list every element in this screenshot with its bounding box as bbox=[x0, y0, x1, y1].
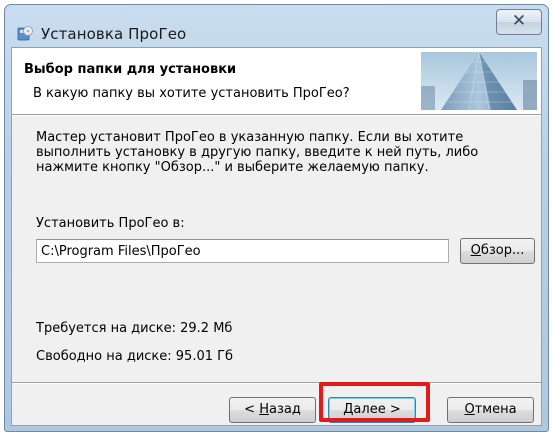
close-button[interactable]: ✕ bbox=[496, 9, 542, 35]
back-button[interactable]: < Назад bbox=[229, 397, 316, 423]
page-subtitle: В какую папку вы хотите установить ПроГе… bbox=[33, 86, 350, 101]
install-path-input[interactable] bbox=[36, 239, 449, 263]
back-label: азад bbox=[268, 402, 301, 417]
browse-accel: О bbox=[470, 243, 481, 258]
dialog-client-area: Выбор папки для установки В какую папку … bbox=[11, 47, 542, 426]
description-line: выполнить установку в другую папку, введ… bbox=[36, 145, 479, 160]
cancel-button[interactable]: Отмена bbox=[447, 397, 534, 423]
description-line: нажмите кнопку "Обзор..." и выберите жел… bbox=[36, 160, 429, 175]
description-line: Мастер установит ПроГео в указанную папк… bbox=[36, 130, 464, 145]
installer-window: Установка ПроГео ✕ Выбор папки для устан… bbox=[4, 4, 549, 432]
install-folder-label: Установить ПроГео в: bbox=[36, 216, 185, 231]
free-space-text: Свободно на диске: 95.01 Гб bbox=[36, 349, 234, 364]
cancel-accel: О bbox=[464, 402, 475, 417]
close-icon: ✕ bbox=[511, 11, 527, 31]
title-bar[interactable]: Установка ПроГео ✕ bbox=[5, 5, 548, 45]
browse-button[interactable]: Обзор... bbox=[460, 238, 535, 264]
required-space-text: Требуется на диске: 29.2 Мб bbox=[36, 321, 233, 336]
footer-separator bbox=[12, 382, 541, 384]
cancel-label: тмена bbox=[474, 402, 517, 417]
window-title: Установка ПроГео bbox=[41, 25, 187, 43]
browse-label: бзор... bbox=[480, 243, 525, 258]
installer-cd-icon bbox=[17, 26, 33, 41]
page-title: Выбор папки для установки bbox=[24, 62, 237, 77]
wizard-header: Выбор папки для установки В какую папку … bbox=[12, 48, 541, 115]
back-accel: Н bbox=[259, 402, 269, 417]
skyscraper-image bbox=[421, 52, 537, 110]
description-text: Мастер установит ПроГео в указанную папк… bbox=[36, 130, 516, 175]
back-prefix: < bbox=[244, 402, 260, 417]
next-button-highlight bbox=[319, 382, 430, 422]
